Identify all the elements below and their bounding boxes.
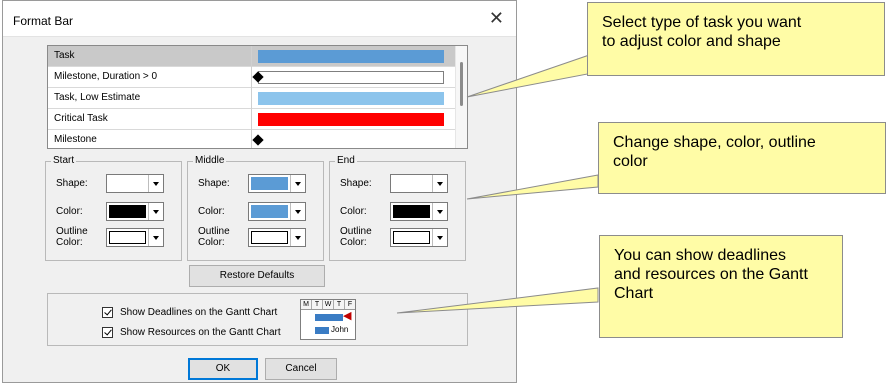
close-icon[interactable]: ✕ <box>489 9 504 27</box>
weekday: M <box>301 300 312 309</box>
outline-color-label: Color: <box>56 237 83 248</box>
callout-change-shape-color: Change shape, color, outline color <box>598 122 886 194</box>
task-list-item-label: Task <box>54 50 75 61</box>
middle-group: Middle Shape: Color: Outline Color: <box>187 155 324 261</box>
preview-resource-bar <box>315 327 329 334</box>
title-bar: Format Bar ✕ <box>3 1 516 37</box>
show-deadlines-checkbox[interactable] <box>102 307 113 318</box>
shape-swatch <box>251 177 288 190</box>
chevron-down-icon[interactable] <box>290 203 305 220</box>
diamond-icon <box>252 134 264 146</box>
chevron-down-icon[interactable] <box>432 175 447 192</box>
scrollbar-thumb[interactable] <box>460 62 463 106</box>
shape-label: Shape: <box>340 178 372 189</box>
outline-color-label: Color: <box>340 237 367 248</box>
cancel-button[interactable]: Cancel <box>265 358 337 380</box>
dialog-title: Format Bar <box>13 14 74 28</box>
callout-line: Select type of task you want <box>602 14 802 31</box>
callout-select-task-type: Select type of task you want to adjust c… <box>587 2 885 76</box>
callout-line: You can show deadlines <box>614 247 786 264</box>
middle-group-title: Middle <box>193 155 227 166</box>
middle-shape-dropdown[interactable] <box>248 174 306 193</box>
task-list-item-label: Critical Task <box>54 113 108 124</box>
show-resources-checkbox[interactable] <box>102 327 113 338</box>
chevron-down-icon[interactable] <box>432 229 447 246</box>
end-outline-color-dropdown[interactable] <box>390 228 448 247</box>
callout-line: Change shape, color, outline <box>613 134 816 151</box>
chevron-down-icon[interactable] <box>148 203 163 220</box>
task-type-list[interactable]: Task Milestone, Duration > 0 Task, Low E… <box>47 45 468 149</box>
weekday-header: M T W T F <box>301 300 355 310</box>
list-scrollbar[interactable] <box>455 46 467 148</box>
callout-line: and resources on the Gantt <box>614 266 808 283</box>
color-label: Color: <box>198 206 225 217</box>
chevron-down-icon[interactable] <box>432 203 447 220</box>
format-bar-dialog: Format Bar ✕ Task Milestone, Duration > … <box>2 0 517 383</box>
start-shape-dropdown[interactable] <box>106 174 164 193</box>
start-group: Start Shape: Color: Outline Color: <box>45 155 182 261</box>
bar-preview <box>258 50 444 63</box>
shape-swatch <box>109 177 146 190</box>
gantt-preview-image: M T W T F ◀ John <box>300 299 356 340</box>
callout-line: to adjust color and shape <box>602 33 781 50</box>
start-outline-color-dropdown[interactable] <box>106 228 164 247</box>
preview-task-bar <box>315 314 343 321</box>
outline-label: Outline <box>56 226 88 237</box>
end-color-dropdown[interactable] <box>390 202 448 221</box>
color-swatch <box>393 205 430 218</box>
weekday: W <box>323 300 334 309</box>
bar-preview <box>258 71 444 84</box>
color-label: Color: <box>340 206 367 217</box>
weekday: T <box>334 300 345 309</box>
color-swatch <box>251 205 288 218</box>
end-group: End Shape: Color: Outline Color: <box>329 155 466 261</box>
show-deadlines-label: Show Deadlines on the Gantt Chart <box>120 307 278 318</box>
ok-button[interactable]: OK <box>188 358 258 380</box>
shape-label: Shape: <box>56 178 88 189</box>
task-list-item-label: Task, Low Estimate <box>54 92 141 103</box>
end-shape-dropdown[interactable] <box>390 174 448 193</box>
task-list-item[interactable]: Milestone, Duration > 0 <box>48 67 456 88</box>
shape-swatch <box>393 177 430 190</box>
outline-swatch <box>393 231 430 244</box>
outline-swatch <box>251 231 288 244</box>
task-list-item-label: Milestone <box>54 134 97 145</box>
column-divider <box>251 88 252 109</box>
middle-outline-color-dropdown[interactable] <box>248 228 306 247</box>
callout-line: Chart <box>614 285 654 302</box>
task-list-item[interactable]: Milestone <box>48 130 456 148</box>
bar-preview <box>258 92 444 105</box>
outline-color-label: Color: <box>198 237 225 248</box>
task-list-item[interactable]: Critical Task <box>48 109 456 130</box>
end-group-title: End <box>335 155 357 166</box>
weekday: T <box>312 300 323 309</box>
bar-preview <box>258 113 444 126</box>
preview-resource-name: John <box>331 325 349 334</box>
chevron-down-icon[interactable] <box>290 229 305 246</box>
chevron-down-icon[interactable] <box>290 175 305 192</box>
task-list-item[interactable]: Task <box>48 46 456 67</box>
outline-label: Outline <box>198 226 230 237</box>
start-color-dropdown[interactable] <box>106 202 164 221</box>
weekday: F <box>347 301 353 308</box>
start-group-title: Start <box>51 155 77 166</box>
outline-swatch <box>109 231 146 244</box>
show-resources-label: Show Resources on the Gantt Chart <box>120 327 281 338</box>
chevron-down-icon[interactable] <box>148 175 163 192</box>
color-label: Color: <box>56 206 83 217</box>
callout-line: color <box>613 153 648 170</box>
task-list-item[interactable]: Task, Low Estimate <box>48 88 456 109</box>
color-swatch <box>109 205 146 218</box>
middle-color-dropdown[interactable] <box>248 202 306 221</box>
outline-label: Outline <box>340 226 372 237</box>
shape-label: Shape: <box>198 178 230 189</box>
column-divider <box>251 46 252 67</box>
gantt-options-group: Show Deadlines on the Gantt Chart Show R… <box>47 293 468 346</box>
chevron-down-icon[interactable] <box>148 229 163 246</box>
task-list-item-label: Milestone, Duration > 0 <box>54 71 158 82</box>
callout-deadlines-resources: You can show deadlines and resources on … <box>599 235 843 338</box>
column-divider <box>251 109 252 130</box>
restore-defaults-button[interactable]: Restore Defaults <box>189 265 325 287</box>
deadline-arrow-icon: ◀ <box>343 310 352 322</box>
